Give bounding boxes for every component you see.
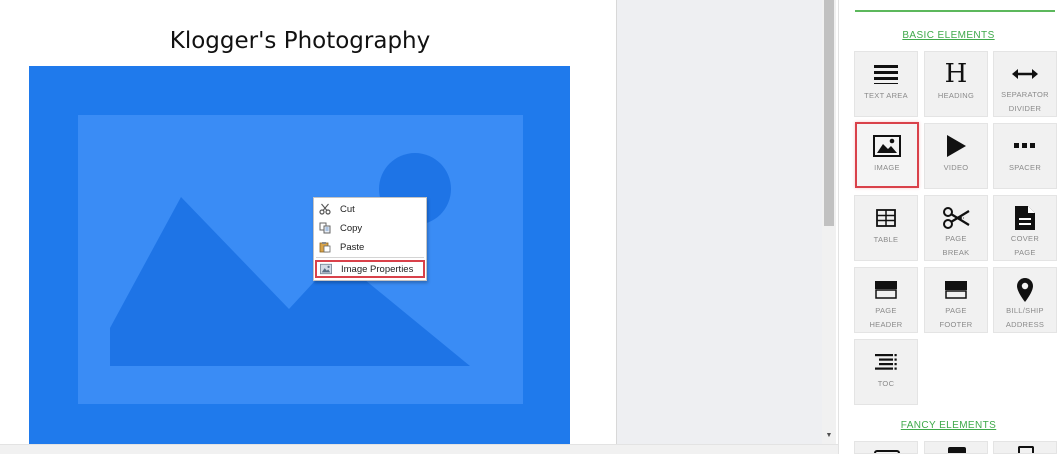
- menu-separator: [316, 257, 424, 258]
- tile-label: SEPARATOR: [1001, 90, 1049, 99]
- tile-text-area[interactable]: TEXT AREA: [854, 51, 918, 117]
- scissors-icon: [319, 203, 331, 215]
- fancy-tile-3[interactable]: [993, 441, 1057, 454]
- tile-label: PAGE: [875, 306, 897, 315]
- image-placeholder[interactable]: [29, 66, 570, 444]
- vertical-scrollbar[interactable]: ▼: [822, 0, 836, 444]
- video-icon: [946, 131, 966, 161]
- horizontal-scrollbar[interactable]: [0, 444, 838, 454]
- editor-canvas: Klogger's Photography Cut Copy Paste Ima…: [0, 0, 616, 444]
- scrollbar-thumb[interactable]: [824, 0, 834, 226]
- page-header-icon: [875, 275, 897, 304]
- image-icon: [873, 131, 901, 161]
- menu-item-label: Paste: [340, 241, 365, 253]
- fancy-tile-2[interactable]: [924, 441, 988, 454]
- fancy-tile-icon: [1018, 446, 1034, 453]
- context-menu: Cut Copy Paste Image Properties: [313, 197, 427, 281]
- fancy-tile-1[interactable]: [854, 441, 918, 454]
- tile-cover-page[interactable]: COVER PAGE: [993, 195, 1057, 261]
- tile-label: BREAK: [942, 248, 970, 257]
- image-properties-icon: [320, 263, 332, 275]
- tile-page-break[interactable]: PAGE BREAK: [924, 195, 988, 261]
- tile-label: TOC: [877, 379, 895, 388]
- cover-page-icon: [1015, 203, 1035, 232]
- separator-icon: [1012, 59, 1038, 88]
- scroll-down-arrow-icon[interactable]: ▼: [822, 432, 836, 440]
- tile-page-header[interactable]: PAGE HEADER: [854, 267, 918, 333]
- copy-icon: [319, 222, 331, 234]
- tile-spacer[interactable]: SPACER: [993, 123, 1057, 189]
- image-placeholder-icon: [78, 115, 523, 404]
- tile-label: BILL/SHIP: [1006, 306, 1044, 315]
- page-break-icon: [942, 203, 970, 232]
- map-pin-icon: [1017, 275, 1033, 304]
- fancy-elements-heading[interactable]: FANCY ELEMENTS: [839, 420, 1057, 431]
- menu-item-paste[interactable]: Paste: [314, 238, 426, 256]
- tile-table[interactable]: TABLE: [854, 195, 918, 261]
- menu-item-cut[interactable]: Cut: [314, 200, 426, 218]
- tile-label: PAGE: [945, 306, 967, 315]
- tile-page-footer[interactable]: PAGE FOOTER: [924, 267, 988, 333]
- text-area-icon: [874, 59, 898, 89]
- tile-label: DIVIDER: [1008, 104, 1042, 113]
- menu-item-copy[interactable]: Copy: [314, 219, 426, 237]
- toc-icon: [875, 347, 897, 377]
- menu-item-image-properties[interactable]: Image Properties: [315, 260, 425, 278]
- fancy-tile-icon: [874, 450, 900, 453]
- tile-label: TABLE: [873, 235, 899, 244]
- tile-label: TEXT AREA: [864, 91, 908, 100]
- tile-heading[interactable]: H HEADING: [924, 51, 988, 117]
- tile-image[interactable]: IMAGE: [855, 122, 919, 188]
- tile-toc[interactable]: TOC: [854, 339, 918, 405]
- menu-item-label: Cut: [340, 203, 355, 215]
- spacer-icon: [1014, 131, 1036, 161]
- tile-bill-ship-address[interactable]: BILL/SHIP ADDRESS: [993, 267, 1057, 333]
- table-icon: [876, 203, 896, 233]
- page-title[interactable]: Klogger's Photography: [0, 28, 600, 54]
- tile-label: HEADING: [937, 91, 975, 100]
- tile-video[interactable]: VIDEO: [924, 123, 988, 189]
- tile-label: VIDEO: [943, 163, 969, 172]
- tile-separator-divider[interactable]: SEPARATOR DIVIDER: [993, 51, 1057, 117]
- tile-label: ADDRESS: [1005, 320, 1045, 329]
- basic-elements-heading[interactable]: BASIC ELEMENTS: [839, 30, 1057, 41]
- tile-label: PAGE: [1014, 248, 1036, 257]
- tile-label: SPACER: [1008, 163, 1042, 172]
- tile-label: PAGE: [945, 234, 967, 243]
- tile-label: FOOTER: [939, 320, 973, 329]
- tile-label: COVER: [1010, 234, 1040, 243]
- tile-label: HEADER: [869, 320, 903, 329]
- tile-label: IMAGE: [874, 163, 900, 172]
- fancy-tile-icon: [948, 447, 966, 453]
- heading-icon: H: [944, 59, 968, 89]
- page-footer-icon: [945, 275, 967, 304]
- paste-icon: [319, 241, 331, 253]
- workspace-gutter: [616, 0, 822, 444]
- menu-item-label: Copy: [340, 222, 363, 234]
- menu-item-label: Image Properties: [341, 263, 414, 275]
- panel-divider: [855, 10, 1055, 12]
- elements-panel: BASIC ELEMENTS TEXT AREA H HEADING SEPAR…: [838, 0, 1057, 454]
